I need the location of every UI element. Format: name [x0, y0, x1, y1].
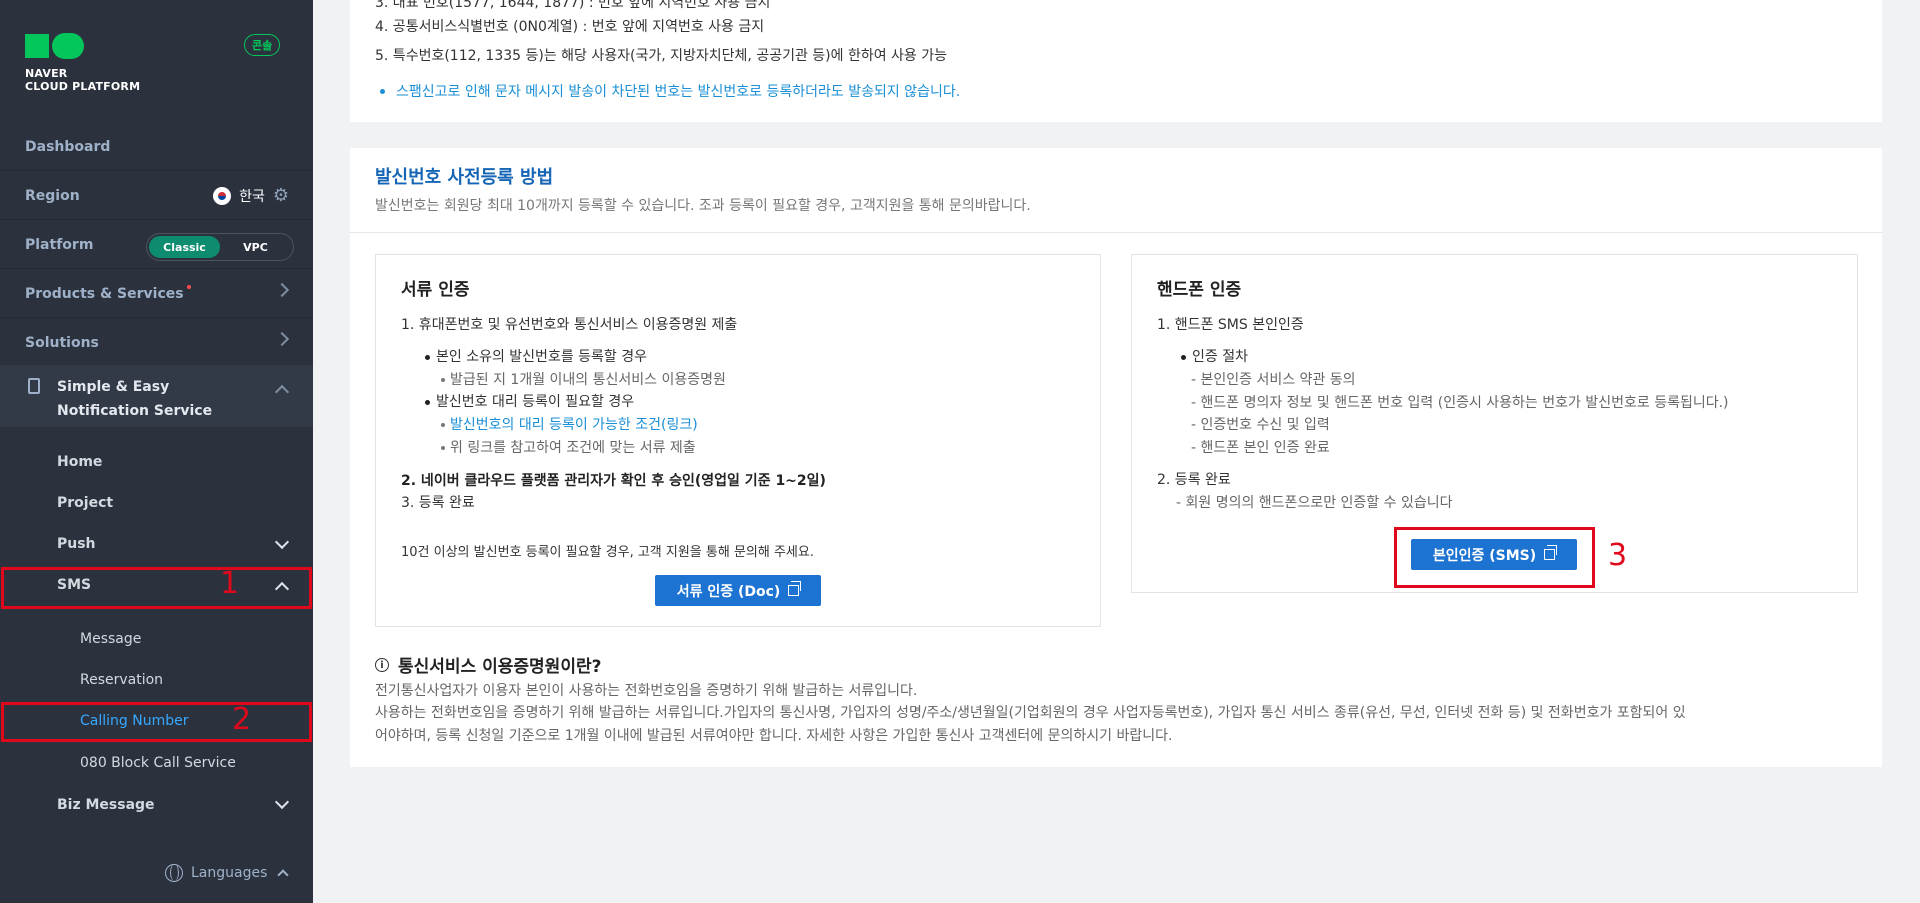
- annotation-box-sms: [1, 567, 312, 609]
- phone-bullet1: 인증 절차: [1192, 349, 1248, 365]
- region-label: Region: [25, 187, 80, 204]
- korea-flag-icon: [213, 186, 232, 205]
- doc-box-title: 서류 인증: [401, 280, 470, 300]
- bullet-icon: [1181, 355, 1186, 360]
- phone-detail-2: - 핸드폰 명의자 정보 및 핸드폰 번호 입력 (인증시 사용하는 번호가 발…: [1191, 395, 1729, 411]
- sidebar-item-sens[interactable]: Simple & Easy Notification Service: [0, 365, 313, 427]
- phone-step1: 1. 핸드폰 SMS 본인인증: [1157, 317, 1304, 333]
- info-line1: 전기통신사업자가 이용자 본인이 사용하는 전화번호임을 증명하기 위해 발급하…: [375, 683, 918, 699]
- spam-notice: 스팸신고로 인해 문자 메시지 발송이 차단된 번호는 발신번호로 등록하더라도…: [380, 81, 960, 101]
- globe-icon: [165, 864, 183, 882]
- phone-detail-1: - 본인인증 서비스 약관 동의: [1191, 372, 1356, 388]
- bullet-icon: [425, 400, 430, 405]
- phone-step2-sub: - 회원 명의의 핸드폰으로만 인증할 수 있습니다: [1176, 495, 1453, 511]
- naver-cloud-logo[interactable]: NAVER CLOUD PLATFORM: [25, 33, 140, 93]
- chevron-up-icon: [274, 384, 290, 400]
- annotation-number-2: 2: [232, 702, 252, 737]
- top-line-partial: 3. 대표 번호(1577, 1644, 1877) : 번호 앞에 지역번호 …: [375, 0, 771, 11]
- products-label: Products & Services: [25, 285, 184, 302]
- region-selector[interactable]: 한국 ⚙: [213, 185, 289, 206]
- biz-chevron-down-icon: [274, 794, 290, 810]
- solutions-label: Solutions: [25, 334, 99, 351]
- info-title: 통신서비스 이용증명원이란?: [398, 657, 602, 677]
- sens-label: Simple & Easy Notification Service: [57, 379, 213, 419]
- chevron-up-icon: [277, 869, 290, 881]
- doc-button-label: 서류 인증 (Doc): [676, 583, 781, 600]
- platform-classic-option[interactable]: Classic: [149, 236, 220, 258]
- doc-bullet1: 본인 소유의 발신번호를 등록할 경우: [436, 349, 647, 365]
- section-title: 발신번호 사전등록 방법: [375, 167, 554, 188]
- top-line-5: 5. 특수번호(112, 1335 등)는 해당 사용자(국가, 지방자치단체,…: [375, 48, 948, 64]
- languages-selector[interactable]: Languages: [165, 864, 290, 882]
- doc-step1: 1. 휴대폰번호 및 유선번호와 통신서비스 이용증명원 제출: [401, 317, 738, 333]
- platform-vpc-option[interactable]: VPC: [220, 236, 291, 258]
- chevron-right-icon: [274, 282, 290, 298]
- doc-bullet1-sub: 발급된 지 1개월 이내의 통신서비스 이용증명원: [450, 372, 726, 388]
- sub-bullet-icon: [441, 446, 445, 450]
- sidebar-region: Region 한국 ⚙: [0, 172, 313, 220]
- sidebar-item-message[interactable]: Message: [80, 631, 141, 647]
- sidebar-item-push[interactable]: Push: [57, 536, 96, 552]
- logo-line2: CLOUD PLATFORM: [25, 80, 141, 93]
- annotation-box-sms-button: [1394, 527, 1595, 588]
- sidebar-item-products[interactable]: Products & Services: [0, 270, 313, 318]
- sidebar-item-project[interactable]: Project: [57, 495, 113, 511]
- sub-bullet-icon: [441, 378, 445, 382]
- doc-step2: 2. 네이버 클라우드 플랫폼 관리자가 확인 후 승인(영업일 기준 1~2일…: [401, 473, 826, 489]
- divider: [350, 232, 1882, 233]
- logo-mark-icon: [25, 33, 140, 59]
- sidebar-item-home[interactable]: Home: [57, 454, 102, 470]
- languages-label: Languages: [191, 865, 268, 881]
- doc-step3: 3. 등록 완료: [401, 495, 475, 511]
- logo-line1: NAVER: [25, 67, 68, 80]
- doc-bullet2: 발신번호 대리 등록이 필요할 경우: [436, 394, 635, 410]
- dashboard-label: Dashboard: [25, 138, 111, 155]
- sidebar-item-solutions[interactable]: Solutions: [0, 319, 313, 367]
- doc-note: 10건 이상의 발신번호 등록이 필요할 경우, 고객 지원을 통해 문의해 주…: [401, 545, 814, 560]
- phone-detail-4: - 핸드폰 본인 인증 완료: [1191, 440, 1330, 456]
- info-line2: 사용하는 전화번호임을 증명하기 위해 발급하는 서류입니다.가입자의 통신사명…: [375, 705, 1686, 721]
- phone-box-title: 핸드폰 인증: [1157, 280, 1242, 300]
- top-line-4: 4. 공통서비스식별번호 (0N0계열) : 번호 앞에 지역번호 사용 금지: [375, 19, 765, 35]
- sub-bullet-icon: [441, 423, 445, 427]
- platform-label: Platform: [25, 236, 94, 253]
- phone-detail-3: - 인증번호 수신 및 입력: [1191, 417, 1330, 433]
- phone-step2: 2. 등록 완료: [1157, 472, 1231, 488]
- external-link-icon: [788, 581, 802, 596]
- info-icon: i: [375, 658, 389, 672]
- sidebar: NAVER CLOUD PLATFORM 콘솔 Dashboard Region …: [0, 0, 313, 903]
- region-value: 한국: [239, 188, 265, 205]
- annotation-number-3: 3: [1608, 538, 1628, 573]
- push-chevron-down-icon: [274, 534, 290, 550]
- sens-service-icon: [28, 378, 40, 394]
- new-dot-icon: [186, 284, 191, 289]
- sidebar-platform: Platform Classic VPC: [0, 221, 313, 269]
- sidebar-item-reservation[interactable]: Reservation: [80, 672, 163, 688]
- chevron-right-icon: [274, 331, 290, 347]
- spam-notice-text: 스팸신고로 인해 문자 메시지 발송이 차단된 번호는 발신번호로 등록하더라도…: [396, 84, 961, 100]
- section-description: 발신번호는 회원당 최대 10개까지 등록할 수 있습니다. 조과 등록이 필요…: [375, 198, 1031, 214]
- proxy-registration-link[interactable]: 발신번호의 대리 등록이 가능한 조건(링크): [450, 414, 698, 434]
- annotation-number-1: 1: [220, 566, 240, 601]
- platform-toggle[interactable]: Classic VPC: [146, 233, 294, 261]
- doc-bullet2-sub2: 위 링크를 참고하여 조건에 맞는 서류 제출: [450, 440, 696, 456]
- sidebar-item-080-block[interactable]: 080 Block Call Service: [80, 755, 236, 771]
- info-line3: 어야하며, 등록 신청일 기준으로 1개월 이내에 발급된 서류여야만 합니다.…: [375, 728, 1173, 744]
- annotation-box-calling-number: [1, 702, 312, 742]
- bullet-icon: [425, 355, 430, 360]
- gear-icon[interactable]: ⚙: [273, 185, 289, 206]
- console-badge: 콘솔: [244, 34, 281, 56]
- sidebar-item-biz-message[interactable]: Biz Message: [57, 797, 155, 813]
- doc-verification-button[interactable]: 서류 인증 (Doc): [655, 575, 821, 606]
- sidebar-item-dashboard[interactable]: Dashboard: [0, 123, 313, 171]
